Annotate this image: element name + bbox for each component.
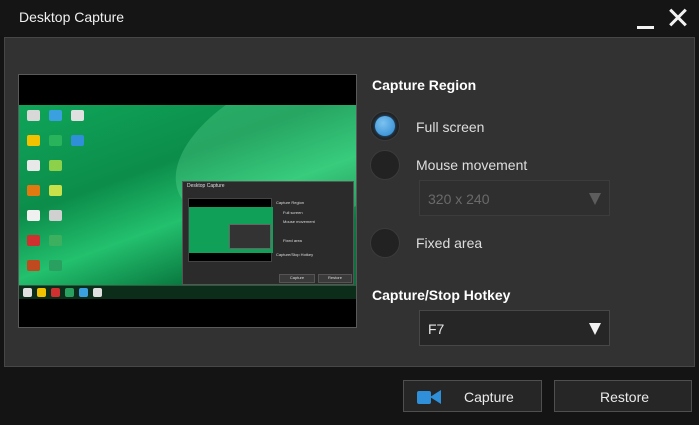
screen-preview: Desktop Capture Capture Region Full scre… bbox=[18, 74, 357, 328]
restore-button[interactable]: Restore bbox=[554, 380, 692, 412]
desktop-icon bbox=[27, 210, 40, 221]
desktop-icon bbox=[49, 210, 62, 221]
hotkey-heading: Capture/Stop Hotkey bbox=[372, 287, 511, 303]
desktop-thumbnail: Desktop Capture Capture Region Full scre… bbox=[19, 105, 356, 299]
mouse-size-dropdown[interactable]: 320 x 240 bbox=[419, 180, 610, 216]
minimize-icon[interactable] bbox=[636, 8, 656, 29]
desktop-icon bbox=[71, 135, 84, 146]
desktop-icon bbox=[27, 185, 40, 196]
capture-region-heading: Capture Region bbox=[372, 77, 477, 93]
desktop-icon bbox=[49, 235, 62, 246]
preview-taskbar bbox=[19, 285, 356, 299]
close-icon[interactable] bbox=[667, 8, 687, 28]
desktop-icon bbox=[71, 110, 84, 121]
desktop-icon bbox=[49, 160, 62, 171]
window-title: Desktop Capture bbox=[19, 9, 125, 25]
capture-button[interactable]: Capture bbox=[403, 380, 542, 412]
title-bar: Desktop Capture bbox=[0, 0, 699, 36]
capture-button-label: Capture bbox=[464, 389, 514, 405]
fixed-area-radio[interactable] bbox=[370, 228, 400, 258]
desktop-icon bbox=[27, 135, 40, 146]
mouse-size-value: 320 x 240 bbox=[428, 191, 490, 207]
desktop-icon bbox=[27, 235, 40, 246]
dropdown-arrow-icon bbox=[589, 323, 601, 335]
desktop-icon bbox=[27, 160, 40, 171]
desktop-icon bbox=[49, 135, 62, 146]
desktop-icon bbox=[27, 260, 40, 271]
full-screen-radio[interactable] bbox=[370, 111, 400, 141]
mouse-movement-radio[interactable] bbox=[370, 150, 400, 180]
restore-button-label: Restore bbox=[600, 389, 650, 405]
hotkey-value: F7 bbox=[428, 321, 445, 337]
dropdown-arrow-icon bbox=[589, 193, 601, 205]
desktop-icon bbox=[27, 110, 40, 121]
fixed-area-label[interactable]: Fixed area bbox=[416, 235, 482, 251]
full-screen-label[interactable]: Full screen bbox=[416, 119, 484, 135]
desktop-icon bbox=[49, 260, 62, 271]
hotkey-dropdown[interactable]: F7 bbox=[419, 310, 610, 346]
video-camera-icon bbox=[417, 390, 441, 405]
mouse-movement-label[interactable]: Mouse movement bbox=[416, 157, 527, 173]
desktop-icon bbox=[49, 185, 62, 196]
desktop-icon bbox=[49, 110, 62, 121]
preview-window-thumbnail: Desktop Capture Capture Region Full scre… bbox=[182, 181, 354, 285]
